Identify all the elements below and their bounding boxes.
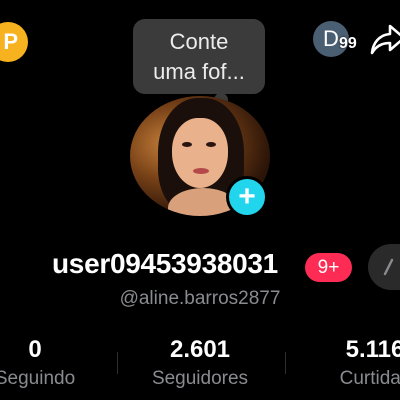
friend-avatar-letter: D bbox=[323, 26, 339, 51]
profile-screen: P Conte uma fof... D 99 + user0945393803… bbox=[0, 0, 400, 400]
coin-badge-icon[interactable]: P bbox=[0, 22, 28, 62]
avatar-lips bbox=[193, 168, 209, 174]
note-bubble-line-1: Conte bbox=[169, 28, 229, 54]
avatar-eye-left bbox=[182, 142, 192, 147]
stat-followers-value: 2.601 bbox=[169, 336, 231, 363]
share-arrow-icon[interactable] bbox=[370, 22, 400, 56]
plus-icon: + bbox=[238, 180, 256, 213]
stat-divider bbox=[117, 352, 118, 374]
stat-followers-label: Seguidores bbox=[151, 368, 249, 389]
stat-following[interactable]: 0 Seguindo bbox=[0, 336, 115, 394]
stat-divider bbox=[285, 352, 286, 374]
stat-likes-value: 5.116 bbox=[345, 336, 400, 363]
stat-likes[interactable]: 5.116 Curtidas bbox=[295, 336, 400, 394]
add-photo-button[interactable]: + bbox=[226, 176, 268, 218]
coin-badge-letter: P bbox=[3, 29, 18, 54]
note-bubble[interactable]: Conte uma fof... bbox=[133, 19, 265, 94]
avatar-eye-right bbox=[206, 142, 216, 147]
notification-badge-count: 9+ bbox=[317, 256, 340, 278]
stat-followers[interactable]: 2.601 Seguidores bbox=[120, 336, 280, 394]
stat-following-value: 0 bbox=[28, 336, 42, 363]
notification-badge[interactable]: 9+ bbox=[305, 253, 352, 282]
stat-likes-label: Curtidas bbox=[339, 368, 400, 389]
friend-badge-count: 99 bbox=[339, 35, 357, 52]
stat-following-label: Seguindo bbox=[0, 368, 76, 389]
username: user09453938031 bbox=[52, 248, 278, 279]
user-handle: @aline.barros2877 bbox=[119, 288, 281, 309]
note-bubble-line-2: uma fof... bbox=[153, 58, 245, 84]
avatar-face bbox=[172, 118, 228, 188]
chevron-icon bbox=[383, 258, 394, 276]
